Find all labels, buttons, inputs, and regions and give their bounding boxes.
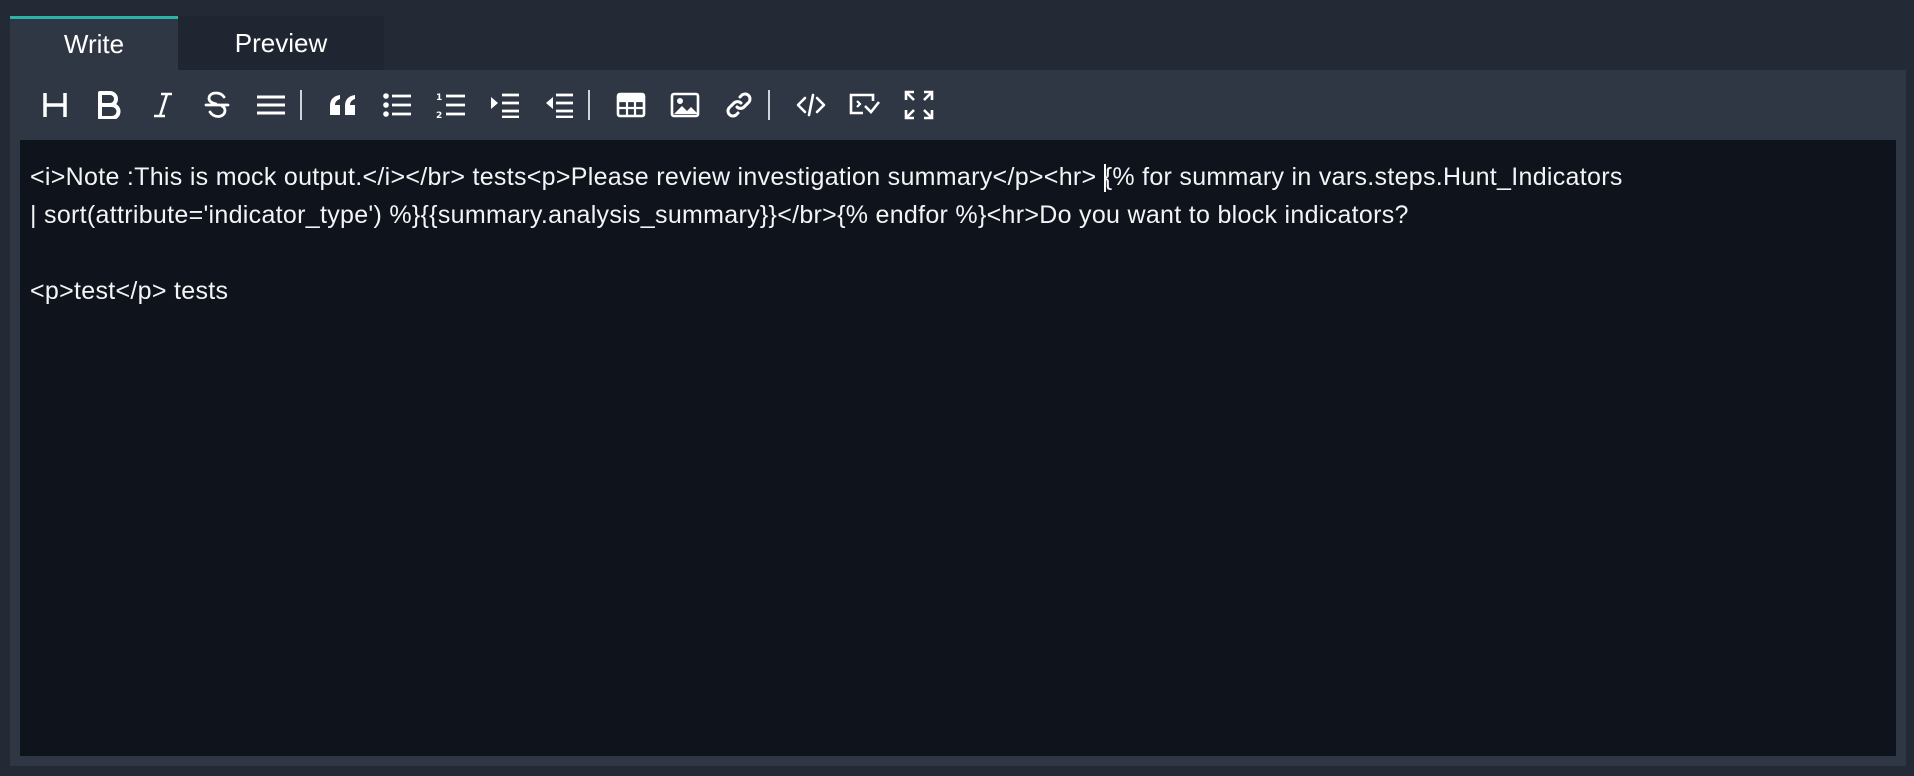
toolbar-separator: [768, 90, 770, 120]
quote-icon[interactable]: [316, 78, 370, 132]
fullscreen-icon[interactable]: [892, 78, 946, 132]
editor-toolbar: 12: [10, 70, 1906, 140]
table-icon[interactable]: [604, 78, 658, 132]
heading-icon[interactable]: [28, 78, 82, 132]
code-icon[interactable]: [784, 78, 838, 132]
ordered-list-icon[interactable]: 12: [424, 78, 478, 132]
italic-icon[interactable]: [136, 78, 190, 132]
svg-text:1: 1: [436, 93, 442, 103]
tab-write[interactable]: Write: [10, 16, 178, 70]
code-block-icon[interactable]: [838, 78, 892, 132]
editor-line-text: {% for summary in vars.steps.Hunt_Indica…: [1103, 163, 1623, 191]
toolbar-separator: [300, 90, 302, 120]
editor-line-text: <i>Note :This is mock output.</i></br> t…: [30, 163, 1104, 191]
markdown-editor: 12 <i>Note:This is mock output.</i></br…: [10, 70, 1906, 766]
unordered-list-icon[interactable]: [370, 78, 424, 132]
editor-line: | sort(attribute='indicator_type') %}{{s…: [30, 201, 1409, 229]
image-icon[interactable]: [658, 78, 712, 132]
outdent-icon[interactable]: [532, 78, 586, 132]
editor-line: <p>test</p> tests: [30, 277, 229, 305]
strikethrough-icon[interactable]: [190, 78, 244, 132]
horizontal-rule-icon[interactable]: [244, 78, 298, 132]
toolbar-separator: [588, 90, 590, 120]
editor-line: <i>Note :This is mock output.</i></br> t…: [30, 158, 1886, 196]
tab-preview[interactable]: Preview: [178, 16, 384, 70]
editor-textarea[interactable]: <i>Note :This is mock output.</i></br> t…: [20, 140, 1896, 756]
link-icon[interactable]: [712, 78, 766, 132]
bold-icon[interactable]: [82, 78, 136, 132]
editor-tabs: Write Preview: [10, 16, 384, 70]
svg-text:2: 2: [436, 111, 442, 119]
indent-icon[interactable]: [478, 78, 532, 132]
